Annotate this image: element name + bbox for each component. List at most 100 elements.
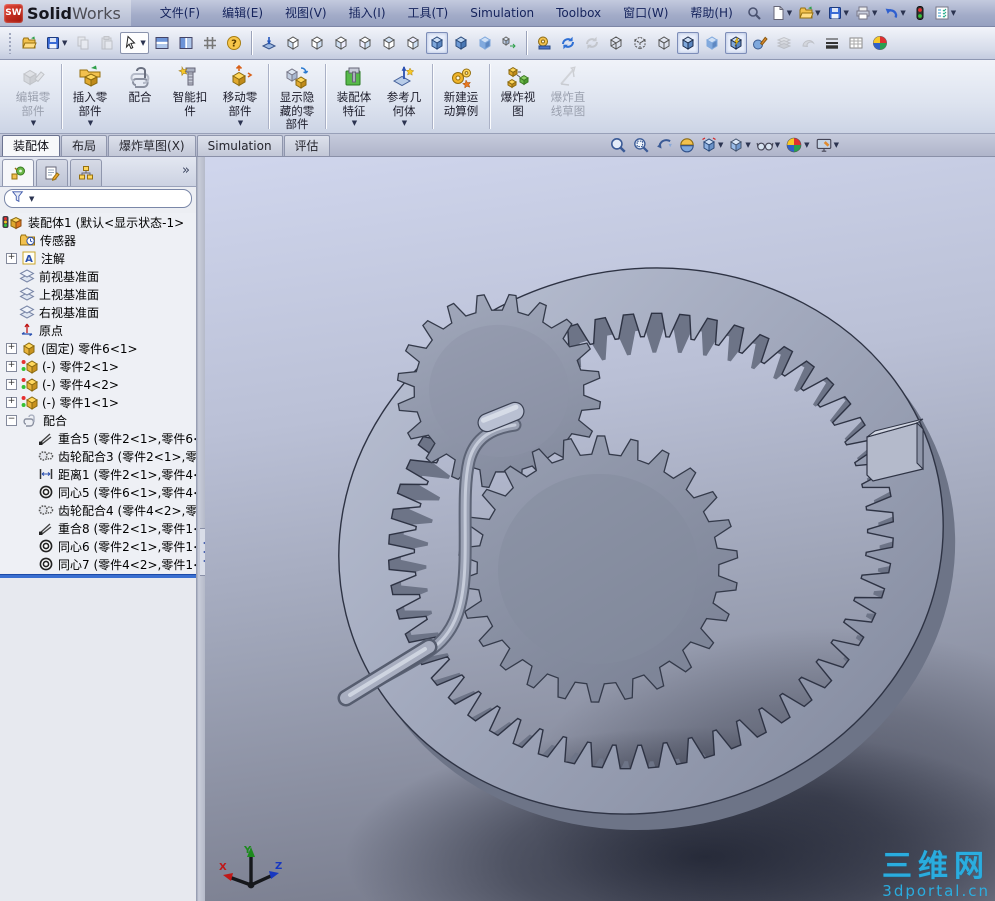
zoom-to-fit-button[interactable]	[608, 135, 628, 155]
shaded-with-edges-style[interactable]	[676, 32, 699, 54]
graphics-viewport[interactable]: 三维网 3dportal.cn Y X Z	[205, 157, 995, 901]
tree-item-part2-expander[interactable]: +	[6, 360, 17, 372]
new-document-button-dropdown[interactable]: ▼	[787, 9, 792, 17]
tree-item-front-plane[interactable]: 前视基准面	[0, 267, 196, 285]
tree-item-mate-coincident8[interactable]: 重合8 (零件2<1>,零件1<	[0, 519, 196, 537]
tree-item-origin[interactable]: 原点	[0, 321, 196, 339]
featuremanager-tab[interactable]	[2, 159, 34, 186]
open-button[interactable]	[18, 32, 40, 54]
tree-item-mate-concentric6[interactable]: 同心6 (零件2<1>,零件1<	[0, 537, 196, 555]
open-button-dropdown[interactable]: ▼	[815, 9, 820, 17]
new-document-button[interactable]: ▼	[768, 4, 794, 22]
select-tool-dropdown[interactable]: ▼	[140, 39, 145, 47]
color-display-button[interactable]	[869, 32, 891, 54]
multi-view[interactable]	[498, 32, 520, 54]
back-view[interactable]	[306, 32, 328, 54]
save-button[interactable]: ▼	[42, 32, 70, 54]
previous-view-button[interactable]	[654, 135, 674, 155]
reference-geometry-button-dropdown[interactable]: ▼	[402, 119, 407, 127]
apply-scene-button-dropdown[interactable]: ▼	[834, 141, 839, 149]
motion-study-button[interactable]: 新建运 动算例	[436, 60, 486, 133]
print-button-dropdown[interactable]: ▼	[872, 9, 877, 17]
front-view[interactable]	[282, 32, 304, 54]
configurationmanager-tab[interactable]	[70, 159, 102, 186]
left-view[interactable]	[330, 32, 352, 54]
tree-item-assembly-root[interactable]: 装配体1 (默认<显示状态-1>	[0, 213, 196, 231]
isometric-view[interactable]	[425, 32, 448, 54]
tree-item-mate-concentric7[interactable]: 同心7 (零件4<2>,零件1<	[0, 555, 196, 573]
menu-item-5[interactable]: Simulation	[459, 0, 545, 26]
save-button-dropdown[interactable]: ▼	[844, 9, 849, 17]
help-button[interactable]: ?	[223, 32, 245, 54]
print-button[interactable]: ▼	[853, 4, 879, 22]
panel-expand-chevron[interactable]: »	[182, 163, 190, 178]
zoom-to-area-button[interactable]	[631, 135, 651, 155]
assembly-features-button[interactable]: 装配体 特征 ▼	[329, 60, 379, 133]
save-button-dropdown[interactable]: ▼	[62, 39, 67, 47]
hatch-button[interactable]	[845, 32, 867, 54]
mate-button[interactable]: 配合	[115, 60, 165, 133]
menu-item-2[interactable]: 视图(V)	[274, 0, 338, 26]
search-icon[interactable]	[744, 4, 764, 22]
split-horizontal-button[interactable]	[151, 32, 173, 54]
viewport-grid-button[interactable]	[199, 32, 221, 54]
hidden-lines-removed-style[interactable]	[653, 32, 675, 54]
menu-item-1[interactable]: 编辑(E)	[211, 0, 274, 26]
move-component-button[interactable]: 移动零 部件 ▼	[215, 60, 265, 133]
gear-assembly-model[interactable]	[205, 157, 995, 901]
tree-item-mate-distance1[interactable]: 距离1 (零件2<1>,零件4<	[0, 465, 196, 483]
right-view[interactable]	[354, 32, 376, 54]
reference-geometry-button[interactable]: 参考几 何体 ▼	[379, 60, 429, 133]
menu-item-4[interactable]: 工具(T)	[397, 0, 460, 26]
section-view-button[interactable]	[677, 135, 697, 155]
trimetric-view[interactable]	[474, 32, 496, 54]
options-button-dropdown[interactable]: ▼	[951, 9, 956, 17]
menu-item-6[interactable]: Toolbox	[545, 0, 612, 26]
rebuild-button[interactable]	[557, 32, 579, 54]
undo-button-dropdown[interactable]: ▼	[900, 9, 905, 17]
select-tool[interactable]: ▼	[120, 32, 149, 54]
tree-item-mate-gear3[interactable]: 齿轮配合3 (零件2<1>,零	[0, 447, 196, 465]
top-view[interactable]	[378, 32, 400, 54]
edit-appearance-button-dropdown[interactable]: ▼	[804, 141, 809, 149]
shaded-style[interactable]	[701, 32, 723, 54]
tree-item-mate-concentric5[interactable]: 同心5 (零件6<1>,零件4<	[0, 483, 196, 501]
display-style-button[interactable]: ▼	[727, 136, 751, 154]
tree-item-part4-expander[interactable]: +	[6, 378, 17, 390]
split-vertical-button[interactable]	[175, 32, 197, 54]
tree-item-mate-coincident5[interactable]: 重合5 (零件2<1>,零件6<	[0, 429, 196, 447]
tree-item-mate-gear4[interactable]: 齿轮配合4 (零件4<2>,零	[0, 501, 196, 519]
menu-item-8[interactable]: 帮助(H)	[679, 0, 743, 26]
tree-item-part6[interactable]: + (固定) 零件6<1>	[0, 339, 196, 357]
hide-show-items-button[interactable]: ▼	[755, 135, 781, 155]
menu-item-7[interactable]: 窗口(W)	[612, 0, 679, 26]
options-button[interactable]: ▼	[932, 4, 958, 22]
propertymanager-tab[interactable]	[36, 159, 68, 186]
display-style-button-dropdown[interactable]: ▼	[745, 141, 750, 149]
normal-to-view[interactable]	[258, 32, 280, 54]
assembly-features-button-dropdown[interactable]: ▼	[352, 119, 357, 127]
menu-item-0[interactable]: 文件(F)	[149, 0, 211, 26]
insert-component-button[interactable]: 插入零 部件 ▼	[65, 60, 115, 133]
hidden-lines-visible-style[interactable]	[629, 32, 651, 54]
save-button[interactable]: ▼	[825, 4, 851, 22]
open-button[interactable]: ▼	[796, 4, 822, 22]
tab-assembly[interactable]: 装配体	[2, 135, 61, 156]
menu-item-3[interactable]: 插入(I)	[338, 0, 397, 26]
hide-show-items-button-dropdown[interactable]: ▼	[775, 141, 780, 149]
apply-scene-button[interactable]: ▼	[814, 135, 840, 155]
insert-component-button-dropdown[interactable]: ▼	[88, 119, 93, 127]
interrupt-button[interactable]	[910, 4, 930, 22]
exploded-view-button[interactable]: 爆炸视 图	[493, 60, 543, 133]
edit-component-button-dropdown[interactable]: ▼	[31, 119, 36, 127]
show-hidden-components-button[interactable]: 显示隐 藏的零 部件	[272, 60, 322, 133]
tab-evaluate[interactable]: 评估	[283, 135, 330, 156]
tab-simulation[interactable]: Simulation	[196, 135, 283, 156]
tree-item-annotations[interactable]: + A 注解	[0, 249, 196, 267]
view-orientation-button-dropdown[interactable]: ▼	[718, 141, 723, 149]
tree-item-part1-expander[interactable]: +	[6, 396, 17, 408]
tree-item-mates-expander[interactable]: −	[6, 414, 17, 426]
filter-caret-icon[interactable]: ▼	[29, 195, 34, 203]
bottom-view[interactable]	[402, 32, 424, 54]
edit-appearance-button[interactable]: ▼	[784, 135, 810, 155]
